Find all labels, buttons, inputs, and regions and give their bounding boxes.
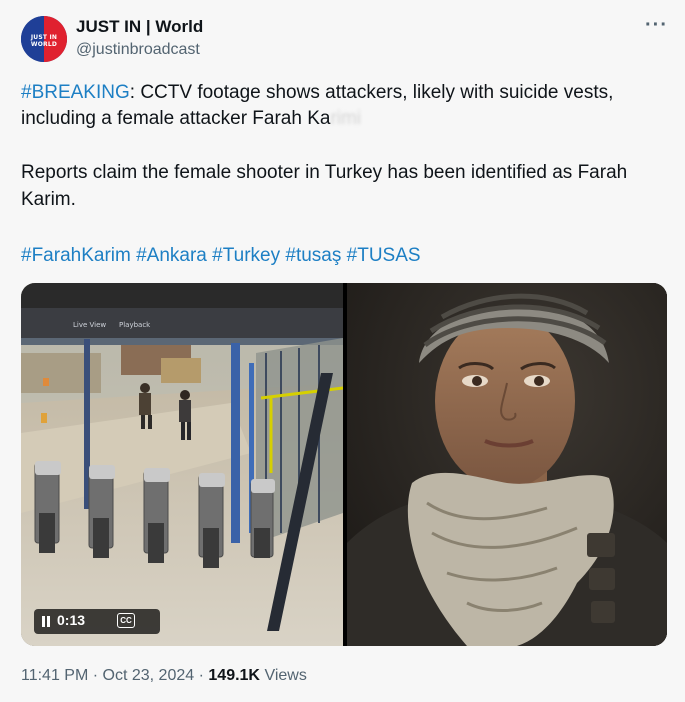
- meta-separator: ·: [92, 667, 99, 684]
- avatar-logo-text: JUST IN WORLD: [30, 34, 58, 48]
- hashtag-turkey[interactable]: #Turkey: [212, 245, 280, 266]
- tweet-line-2-blurred: rimi: [330, 108, 362, 129]
- tweet-date[interactable]: Oct 23, 2024: [103, 667, 195, 684]
- hashtag-tusas-lower[interactable]: #tusaş: [285, 245, 341, 266]
- tweet-time[interactable]: 11:41 PM: [21, 667, 88, 684]
- pause-icon[interactable]: [42, 616, 45, 627]
- media-grid: Live View Playback 0:13 CC: [21, 283, 667, 646]
- hashtag-row: #FarahKarim #Ankara #Turkey #tusaş #TUSA…: [21, 243, 421, 268]
- tweet-metadata: 11:41 PM · Oct 23, 2024 · 149.1K Views: [21, 667, 307, 685]
- hashtag-tusas-upper[interactable]: #TUSAS: [347, 245, 421, 266]
- hashtag-breaking[interactable]: #BREAKING: [21, 82, 130, 103]
- hashtag-ankara[interactable]: #Ankara: [136, 245, 207, 266]
- closed-captions-icon[interactable]: CC: [117, 613, 135, 628]
- cctv-tab-live: Live View: [73, 321, 106, 329]
- tweet-line-2-text: including a female attacker Farah Ka: [21, 108, 331, 129]
- account-handle[interactable]: @justinbroadcast: [76, 41, 200, 59]
- tweet-line-2: including a female attacker Farah Karimi: [21, 106, 361, 131]
- cctv-tab-playback: Playback: [119, 321, 151, 329]
- page: JUST IN WORLD JUST IN | World @justinbro…: [0, 0, 685, 702]
- avatar[interactable]: JUST IN WORLD: [21, 16, 67, 62]
- display-name[interactable]: JUST IN | World: [76, 17, 203, 37]
- cctv-frame: Live View Playback: [21, 283, 343, 646]
- meta-separator: ·: [198, 667, 204, 684]
- hashtag-farahkarim[interactable]: #FarahKarim: [21, 245, 131, 266]
- views-count: 149.1K: [208, 667, 260, 684]
- tweet-line-1: #BREAKING: CCTV footage shows attackers,…: [21, 80, 613, 105]
- video-timestamp: 0:13: [57, 612, 86, 628]
- portrait-illustration: [347, 283, 667, 646]
- more-options-icon[interactable]: ···: [645, 14, 668, 37]
- tweet-line-4: Karim.: [21, 189, 76, 210]
- video-player[interactable]: Live View Playback 0:13 CC: [21, 283, 343, 646]
- views-label: Views: [264, 667, 307, 684]
- tweet-line-3: Reports claim the female shooter in Turk…: [21, 162, 628, 183]
- video-controls[interactable]: 0:13 CC: [34, 609, 160, 634]
- tweet-card[interactable]: JUST IN WORLD JUST IN | World @justinbro…: [0, 0, 685, 702]
- tweet-line-1-text: : CCTV footage shows attackers, likely w…: [129, 82, 614, 103]
- portrait-image[interactable]: [347, 283, 667, 646]
